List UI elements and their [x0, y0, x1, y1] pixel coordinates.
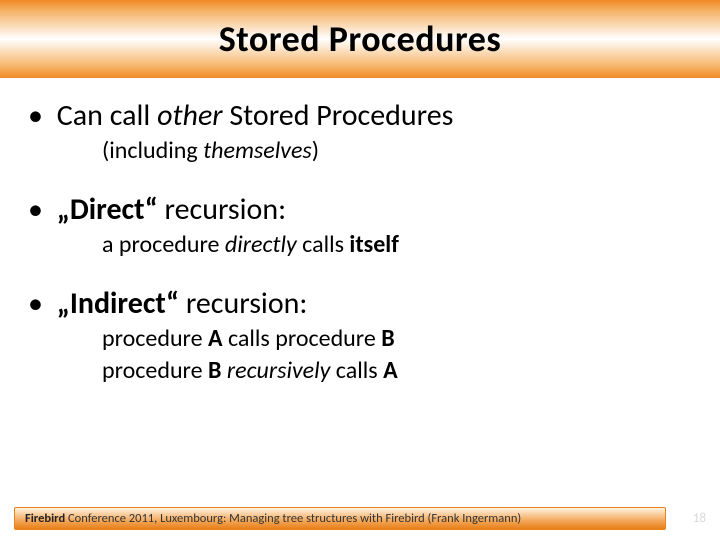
text-bold: B [208, 356, 221, 385]
text: (including [102, 136, 203, 165]
bullet-3: „Indirect“ recursion: [30, 286, 690, 322]
bullet-1: Can call other Stored Procedures [30, 98, 690, 134]
page-number: 18 [666, 511, 706, 526]
text-bold: B [381, 324, 394, 353]
footer-brand: Firebird [25, 511, 65, 526]
bullet-2: „Direct“ recursion: [30, 192, 690, 228]
text: procedure [102, 324, 208, 353]
bullet-3-line1: procedure A calls procedure B [30, 324, 690, 354]
footer: Firebird Conference 2011, Luxembourg: Ma… [0, 507, 720, 530]
text: Stored Procedures [223, 97, 454, 134]
title-banner: Stored Procedures [0, 0, 720, 78]
bullet-3-line2: procedure B recursively calls A [30, 356, 690, 386]
text: calls [330, 356, 383, 385]
text: calls [297, 230, 350, 259]
footer-caption: Firebird Conference 2011, Luxembourg: Ma… [14, 507, 666, 530]
text-bold: „Indirect“ [57, 285, 179, 322]
text: procedure [102, 356, 208, 385]
text: ) [312, 136, 319, 165]
slide-title: Stored Procedures [219, 17, 502, 61]
slide-content: Can call other Stored Procedures (includ… [0, 78, 720, 386]
footer-text: Conference 2011, Luxembourg: Managing tr… [65, 511, 521, 526]
text-italic: other [157, 97, 222, 134]
text: calls procedure [223, 324, 382, 353]
bullet-2-sub: a procedure directly calls itself [30, 230, 690, 260]
text-italic: recursively [227, 356, 331, 385]
text: recursion: [179, 285, 307, 322]
text: Can call [57, 97, 157, 134]
text: a procedure [102, 230, 225, 259]
text-italic: themselves [203, 136, 312, 165]
text-bold: A [208, 324, 223, 353]
text-bold: A [383, 356, 398, 385]
text: recursion: [158, 191, 286, 228]
text-italic: directly [225, 230, 297, 259]
text-bold: itself [349, 230, 398, 259]
text-bold: „Direct“ [57, 191, 158, 228]
bullet-1-sub: (including themselves) [30, 136, 690, 166]
